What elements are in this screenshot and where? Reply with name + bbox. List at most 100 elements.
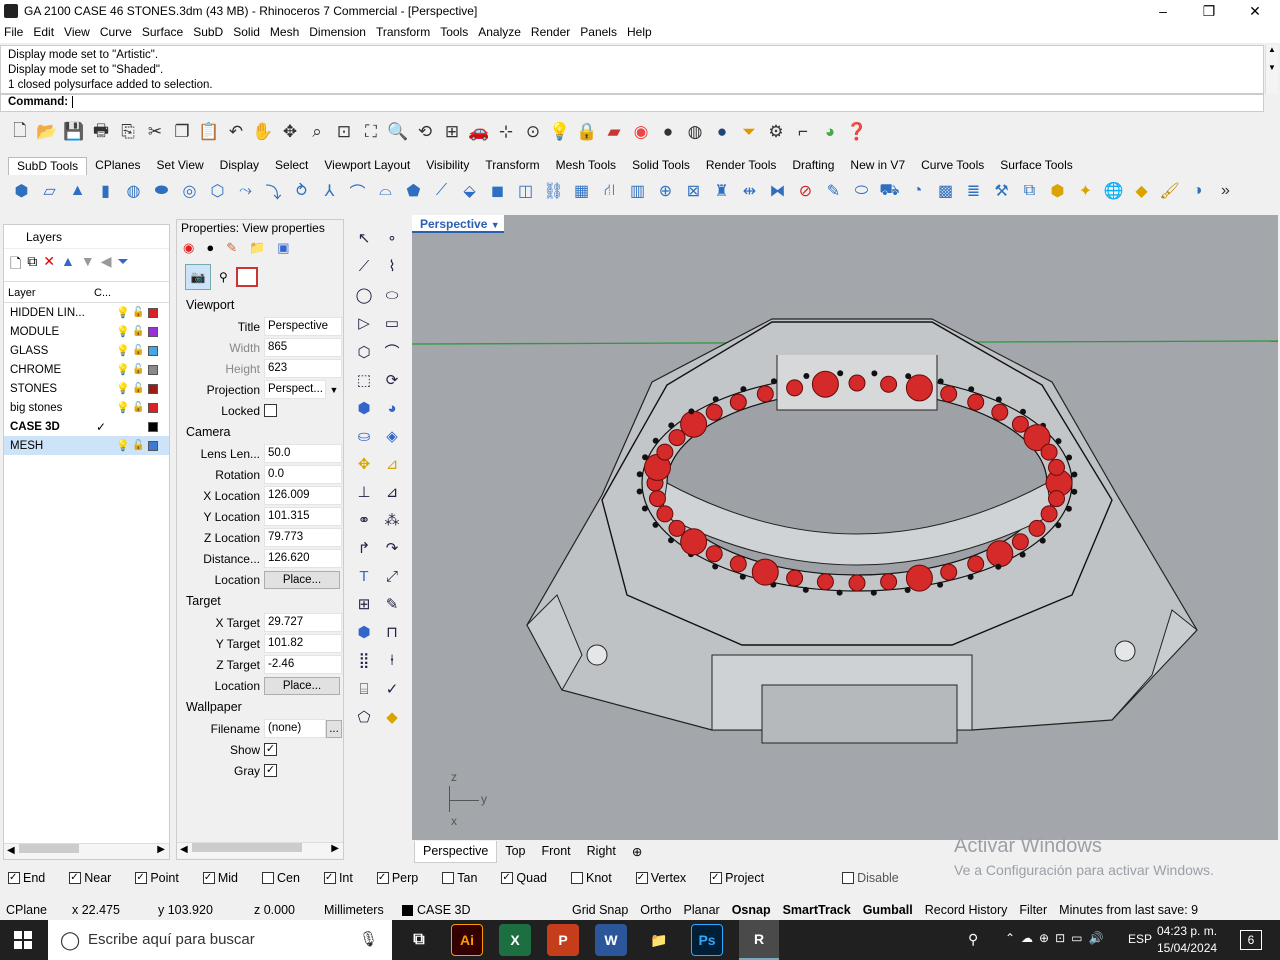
tab-cplanes[interactable]: CPlanes — [87, 157, 148, 175]
osnap-perp[interactable]: ✓ Perp — [376, 871, 430, 885]
properties-hscrollbar[interactable]: ◀ ▶ — [177, 842, 343, 858]
visibility-bulb-icon[interactable]: 💡 — [116, 306, 132, 319]
osnap-tan[interactable]: Tan — [442, 871, 489, 885]
arc-icon[interactable]: ⌒ — [378, 337, 406, 365]
render-sphere-icon[interactable]: ◍ — [683, 120, 707, 144]
microphone-icon[interactable]: 🎙 — [359, 920, 378, 960]
analyze-icon[interactable]: ⊿ — [378, 450, 406, 478]
subd-box-icon[interactable]: ⬢ — [8, 178, 35, 204]
clock[interactable]: 04:23 p. m. 15/04/2024 — [1157, 923, 1217, 957]
gray-checkbox[interactable]: ✓ — [264, 764, 277, 777]
menu-tools[interactable]: Tools — [436, 23, 472, 41]
subd-loft-icon[interactable]: ⤳ — [232, 178, 259, 204]
subd-cube2-icon[interactable]: ◫ — [512, 178, 539, 204]
viewport-tab-front[interactable]: Front — [533, 841, 578, 863]
lock-icon[interactable]: 🔓 — [132, 307, 148, 318]
layer-row[interactable]: STONES 💡 🔓 — [4, 379, 169, 398]
paste-icon[interactable]: 📋 — [197, 120, 221, 144]
menu-dimension[interactable]: Dimension — [305, 23, 370, 41]
status-cplane[interactable]: CPlane — [0, 903, 66, 917]
osnap-checkbox[interactable] — [262, 872, 274, 884]
copy-icon[interactable]: ❐ — [170, 120, 194, 144]
rectangle-icon[interactable]: ▭ — [378, 309, 406, 337]
layer-color-swatch[interactable] — [148, 402, 158, 413]
cylinder-icon[interactable]: ⛀ — [350, 422, 378, 450]
subd-cube-icon[interactable]: ⬡ — [204, 178, 231, 204]
osnap-project[interactable]: ✓ Project — [710, 871, 776, 885]
status-ortho[interactable]: Ortho — [634, 903, 677, 917]
gumball-icon[interactable]: ⍿ — [378, 647, 406, 675]
subd-pipe-icon[interactable]: ⅄ — [316, 178, 343, 204]
move-view-icon[interactable]: ✥ — [278, 120, 302, 144]
layer-color-swatch[interactable] — [148, 440, 158, 451]
menu-mesh[interactable]: Mesh — [266, 23, 303, 41]
options-icon[interactable]: ⚙ — [764, 120, 788, 144]
y-location-field[interactable]: 101.315 — [264, 507, 342, 526]
four-view-icon[interactable]: ⊞ — [440, 120, 464, 144]
subd-reflect-icon[interactable]: ◔ — [904, 178, 931, 204]
locked-checkbox[interactable] — [264, 404, 277, 417]
shaded-sphere-icon[interactable]: ● — [710, 120, 734, 144]
add-viewport-icon[interactable]: ⊕ — [624, 841, 650, 863]
history-scrollbar[interactable]: ▲ ▼ — [1265, 45, 1278, 94]
subd-grid2-icon[interactable]: ▩ — [932, 178, 959, 204]
subd-cage-icon[interactable]: ⊠ — [680, 178, 707, 204]
light-icon[interactable]: 💡 — [548, 120, 572, 144]
named-view-icon[interactable]: ⚲ — [219, 270, 228, 284]
tab-mesh-tools[interactable]: Mesh Tools — [548, 157, 624, 175]
osnap-point[interactable]: ✓ Point — [135, 871, 191, 885]
menu-edit[interactable]: Edit — [29, 23, 58, 41]
subd-fill-icon[interactable]: ⬟ — [400, 178, 427, 204]
subd-cone-icon[interactable]: ▲ — [64, 178, 91, 204]
folder-tab-icon[interactable]: 📁 — [249, 240, 265, 260]
x-target-field[interactable]: 29.727 — [264, 613, 342, 632]
layer-row[interactable]: MESH 💡 🔓 — [4, 436, 169, 455]
layer-color-swatch[interactable] — [148, 326, 158, 337]
photoshop-icon[interactable]: Ps — [691, 924, 723, 956]
text-icon[interactable]: T — [350, 562, 378, 590]
lock-icon[interactable]: 🔓 — [132, 440, 148, 451]
move-down-icon[interactable]: ▼ — [81, 253, 95, 271]
menu-file[interactable]: File — [0, 23, 27, 41]
lock-icon[interactable]: 🔓 — [132, 383, 148, 394]
rhino-taskbar-icon[interactable]: R — [739, 920, 779, 960]
edit-icon[interactable]: ✎ — [378, 590, 406, 618]
minimize-button[interactable]: – — [1140, 0, 1186, 23]
ellipse-icon[interactable]: ⬭ — [378, 281, 406, 309]
layer-row[interactable]: GLASS 💡 🔓 — [4, 341, 169, 360]
tab-subd-tools[interactable]: SubD Tools — [8, 157, 88, 175]
camera-place-button[interactable]: Place... — [264, 570, 340, 589]
polyline-icon[interactable]: ⟋ — [350, 253, 378, 281]
help-icon[interactable]: ❓ — [845, 120, 869, 144]
visibility-bulb-icon[interactable]: 💡 — [116, 325, 132, 338]
cplane-icon[interactable]: ⊹ — [494, 120, 518, 144]
osnap-checkbox[interactable]: ✓ — [501, 872, 514, 884]
menu-analyze[interactable]: Analyze — [474, 23, 525, 41]
boolean-icon[interactable]: ⚭ — [350, 506, 378, 534]
move-up-icon[interactable]: ▲ — [61, 253, 75, 271]
z-location-field[interactable]: 79.773 — [264, 528, 342, 547]
move-left-icon[interactable]: ◀ — [101, 253, 112, 271]
hexagon-icon[interactable]: ⬡ — [350, 338, 378, 366]
zoom-window-icon[interactable]: ⊡ — [332, 120, 356, 144]
col-current[interactable]: C... — [94, 282, 111, 302]
chamfer-icon[interactable]: ↷ — [378, 534, 406, 562]
notification-icon[interactable]: 6 — [1240, 930, 1262, 950]
osnap-checkbox[interactable]: ✓ — [323, 872, 336, 884]
subd-symmetry-icon[interactable]: ⧓ — [764, 178, 791, 204]
save-icon[interactable]: 💾 — [62, 120, 86, 144]
osnap-mid[interactable]: ✓ Mid — [202, 871, 250, 885]
visibility-bulb-icon[interactable]: 💡 — [116, 344, 132, 357]
viewport-menu-icon[interactable]: ▼ — [491, 220, 500, 230]
rotation-field[interactable]: 0.0 — [264, 465, 342, 484]
layer-color-swatch[interactable] — [148, 421, 158, 432]
taskbar-search[interactable]: ◯ Escribe aquí para buscar 🎙 — [48, 920, 392, 960]
subd-ellipsoid-icon[interactable]: ⬬ — [148, 178, 175, 204]
subd-sphere-icon[interactable]: ◍ — [120, 178, 147, 204]
decal-tab-icon[interactable]: ✎ — [226, 240, 237, 260]
polygon-icon[interactable]: ▷ — [350, 309, 378, 337]
surface-icon[interactable]: ⬚ — [350, 366, 378, 394]
tab-render-tools[interactable]: Render Tools — [698, 157, 785, 175]
array-icon[interactable]: ⣿ — [350, 646, 378, 674]
viewport-tab-top[interactable]: Top — [497, 841, 533, 863]
